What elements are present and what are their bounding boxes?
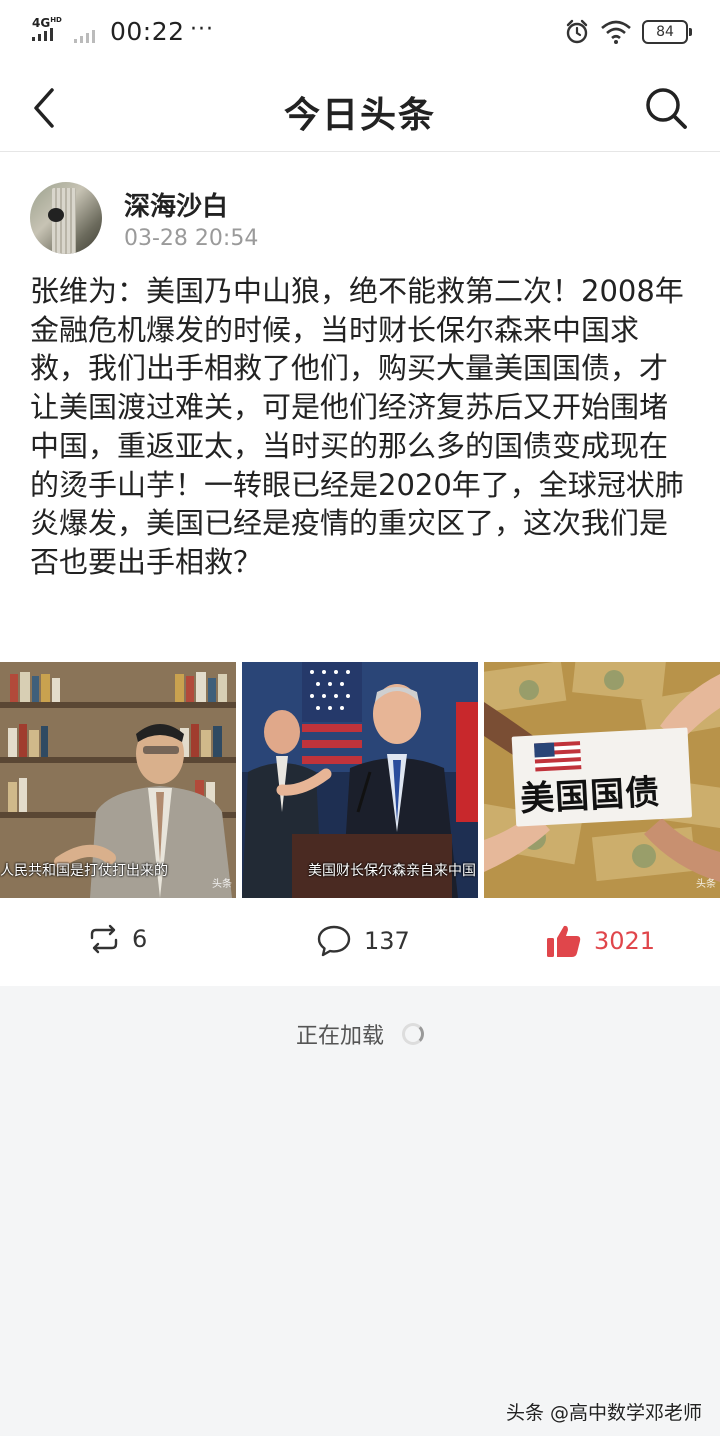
alarm-icon: [566, 19, 588, 44]
more-notifications: ···: [190, 17, 214, 42]
app-title: 今日头条: [283, 95, 436, 136]
nav-bar: 今日头条: [0, 66, 720, 152]
source-watermark: 头条 @高中数学邓老师: [505, 1402, 702, 1424]
thumbs-up-icon: [547, 925, 581, 957]
signal-indicator: 4GHD: [32, 16, 70, 44]
battery-level: 84: [656, 24, 674, 40]
comment-button[interactable]: 137: [316, 924, 410, 958]
search-icon[interactable]: [644, 86, 688, 130]
repost-count: 6: [132, 925, 148, 953]
image-watermark: 头条: [696, 879, 716, 890]
wifi-icon: [601, 20, 631, 44]
status-bar: 4GHD 00:22 ··· 84: [0, 0, 720, 66]
comment-icon: [317, 925, 351, 957]
status-right: 84: [564, 19, 692, 45]
bond-sign-text: 美国国债: [519, 772, 662, 820]
post-actions: 6 137 3021: [0, 898, 720, 986]
loading-text: 正在加载: [295, 1024, 384, 1049]
network-hd: HD: [50, 16, 62, 24]
post-timestamp: 03-28 20:54: [124, 226, 259, 251]
signal-bars-secondary-icon: [74, 30, 95, 43]
author-name[interactable]: 深海沙白: [124, 186, 228, 223]
spinner-icon: [402, 1023, 424, 1045]
battery-icon: 84: [642, 20, 692, 44]
clock: 00:22: [110, 17, 185, 46]
like-button[interactable]: 3021: [546, 924, 655, 958]
post-image-2[interactable]: 美国财长保尔森亲自来中国: [242, 662, 478, 898]
post-image-1[interactable]: 人民共和国是打仗打出来的 头条: [0, 662, 236, 898]
comment-count: 137: [364, 927, 410, 955]
image-caption: 美国财长保尔森亲自来中国: [308, 863, 476, 879]
repost-button[interactable]: 6: [88, 924, 147, 954]
like-count: 3021: [594, 927, 656, 955]
avatar[interactable]: [30, 182, 102, 254]
post-text[interactable]: 张维为：美国乃中山狼，绝不能救第二次！2008年金融危机爆发的时候，当时财长保尔…: [30, 272, 694, 582]
image-caption: 人民共和国是打仗打出来的: [0, 863, 168, 879]
loading-indicator: 正在加载: [0, 1018, 720, 1050]
signal-bars-icon: [32, 28, 53, 41]
repost-icon: [90, 924, 118, 954]
image-watermark: 头条: [212, 879, 232, 890]
post-image-3[interactable]: 美国国债 头条: [484, 662, 720, 898]
